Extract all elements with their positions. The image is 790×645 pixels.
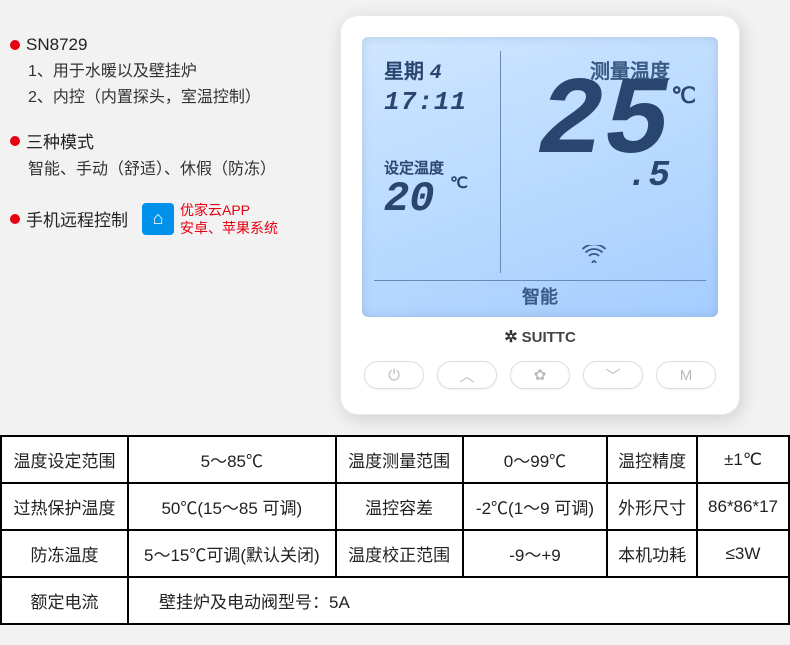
spec-value: 0～99℃	[463, 436, 608, 483]
spec-label: 外形尺寸	[607, 483, 697, 530]
table-row: 防冻温度 5～15℃可调(默认关闭) 温度校正范围 -9～+9 本机功耗 ≤3W	[1, 530, 789, 577]
bullet-icon	[10, 40, 20, 50]
menu-button[interactable]: M	[656, 361, 716, 389]
set-temp-unit: ℃	[450, 173, 468, 193]
spec-value: -9～+9	[463, 530, 608, 577]
modes-line: 智能、手动（舒适）、休假（防冻）	[28, 157, 340, 183]
spec-value: 5～15℃可调(默认关闭)	[128, 530, 336, 577]
spec-label: 本机功耗	[607, 530, 697, 577]
spec-label: 过热保护温度	[1, 483, 128, 530]
spec-label: 温控精度	[607, 436, 697, 483]
remote-title: 手机远程控制	[26, 206, 128, 231]
brand-logo-icon: ✲	[504, 327, 517, 347]
lcd-screen: 星期 4 17:11 设定温度 20 ℃ 测量温度 25 .5 ℃ 智能	[362, 37, 718, 317]
app-icon: ⌂	[142, 203, 174, 235]
divider	[500, 51, 501, 273]
spec-label: 防冻温度	[1, 530, 128, 577]
measured-temp-unit: ℃	[671, 83, 696, 109]
modes-title: 三种模式	[26, 128, 94, 153]
app-text: 优家云APP 安卓、苹果系统	[180, 201, 278, 237]
model-line-2: 2、内控（内置探头，室温控制）	[28, 85, 340, 111]
down-button[interactable]: ﹀	[583, 361, 643, 389]
model-title: SN8729	[26, 35, 87, 55]
spec-value: ±1℃	[697, 436, 789, 483]
thermostat-device: 星期 4 17:11 设定温度 20 ℃ 测量温度 25 .5 ℃ 智能 ✲SU…	[340, 15, 740, 415]
time-display: 17:11	[384, 87, 467, 117]
divider	[374, 280, 706, 281]
spec-value: ≤3W	[697, 530, 789, 577]
brand-label: ✲SUITTC	[362, 327, 718, 347]
table-row: 额定电流 壁挂炉及电动阀型号：5A	[1, 577, 789, 624]
table-row: 过热保护温度 50℃(15～85 可调) 温控容差 -2℃(1～9 可调) 外形…	[1, 483, 789, 530]
spec-value: 壁挂炉及电动阀型号：5A	[128, 577, 789, 624]
spec-label: 额定电流	[1, 577, 128, 624]
power-button[interactable]: ⏻	[364, 361, 424, 389]
wifi-icon	[582, 243, 606, 269]
specs-table: 温度设定范围 5～85℃ 温度测量范围 0～99℃ 温控精度 ±1℃ 过热保护温…	[0, 435, 790, 625]
bullet-icon	[10, 136, 20, 146]
spec-label: 温控容差	[336, 483, 463, 530]
spec-value: 86*86*17	[697, 483, 789, 530]
bullet-icon	[10, 214, 20, 224]
mode-label: 智能	[362, 283, 718, 309]
settings-button[interactable]: ✿	[510, 361, 570, 389]
up-button[interactable]: ︿	[437, 361, 497, 389]
spec-value: 50℃(15～85 可调)	[128, 483, 336, 530]
spec-label: 温度设定范围	[1, 436, 128, 483]
model-line-1: 1、用于水暖以及壁挂炉	[28, 59, 340, 85]
spec-label: 温度测量范围	[336, 436, 463, 483]
set-temp-value: 20	[384, 175, 434, 223]
weekday-label: 星期 4	[384, 55, 442, 85]
feature-list: SN8729 1、用于水暖以及壁挂炉 2、内控（内置探头，室温控制） 三种模式 …	[10, 15, 340, 415]
spec-value: 5～85℃	[128, 436, 336, 483]
table-row: 温度设定范围 5～85℃ 温度测量范围 0～99℃ 温控精度 ±1℃	[1, 436, 789, 483]
measured-temp-frac: .5	[627, 155, 670, 196]
spec-value: -2℃(1～9 可调)	[463, 483, 608, 530]
spec-label: 温度校正范围	[336, 530, 463, 577]
